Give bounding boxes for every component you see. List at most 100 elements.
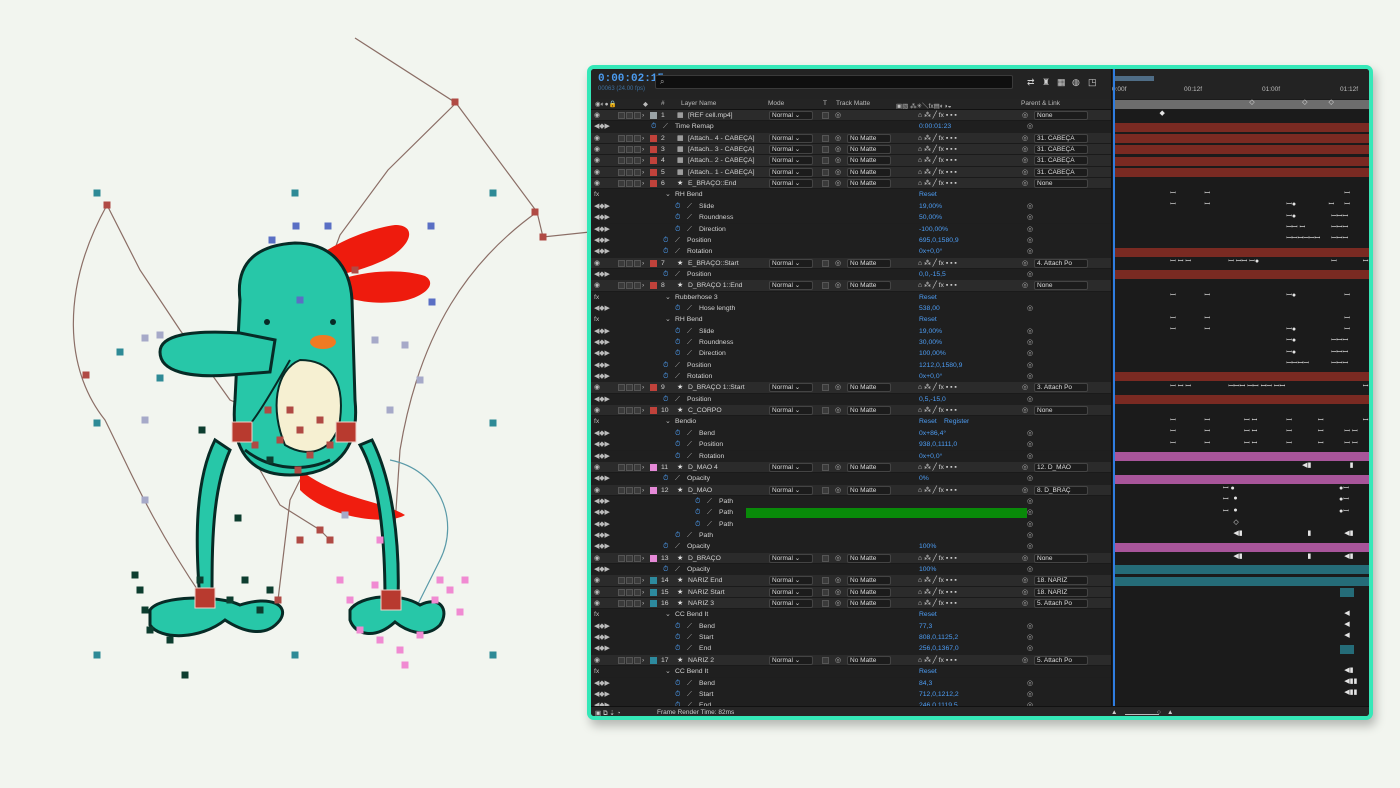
- expand-twirl-icon[interactable]: ›: [642, 553, 644, 564]
- property-row[interactable]: ◀◆▶ ⏱ ⟋ Position 695,0,1580,9 ◎: [591, 234, 1111, 247]
- graph-icon[interactable]: ⟋: [687, 689, 692, 700]
- blend-mode-dropdown[interactable]: Normal ⌄: [769, 258, 813, 268]
- track-matte-dropdown[interactable]: No Matte: [847, 655, 891, 665]
- switch-box[interactable]: [626, 146, 633, 154]
- layer-duration-bar[interactable]: [1114, 451, 1369, 461]
- rig-control-handle[interactable]: [316, 526, 324, 534]
- rig-control-handle[interactable]: [251, 441, 259, 449]
- rig-control-handle[interactable]: [456, 608, 464, 616]
- layer-duration-bar[interactable]: [1114, 247, 1369, 257]
- stopwatch-icon[interactable]: ⏱: [675, 326, 680, 337]
- keyframe[interactable]: ꟷ ꟷ ꟷ: [1170, 382, 1191, 391]
- visibility-toggle-icon[interactable]: ◀◆▶: [594, 541, 610, 552]
- preserve-transparency-box[interactable]: [822, 112, 829, 119]
- pick-whip-icon[interactable]: ◎: [1027, 326, 1033, 337]
- graph-icon[interactable]: ⟋: [687, 428, 692, 439]
- visibility-toggle-icon[interactable]: ◉: [594, 144, 600, 155]
- keyframe[interactable]: ꟷ: [1204, 427, 1210, 436]
- rig-control-handle[interactable]: [351, 266, 359, 274]
- graph-icon[interactable]: ⟋: [675, 564, 680, 575]
- draft-3d-icon[interactable]: ⇄: [1027, 77, 1035, 87]
- parent-dropdown[interactable]: 18. NARIZ: [1034, 587, 1088, 597]
- rig-control-handle[interactable]: [198, 426, 206, 434]
- visibility-toggle-icon[interactable]: ◉: [594, 485, 600, 496]
- rig-control-handle[interactable]: [489, 419, 497, 427]
- graph-icon[interactable]: ⟋: [687, 643, 692, 654]
- visibility-toggle-icon[interactable]: ◀◆▶: [594, 201, 610, 212]
- matte-link-icon[interactable]: ◎: [835, 178, 841, 189]
- keyframe[interactable]: ●: [1233, 507, 1237, 514]
- blend-mode-dropdown[interactable]: Normal ⌄: [769, 281, 813, 291]
- column-header-parent[interactable]: Parent & Link: [1021, 100, 1060, 107]
- rig-control-handle[interactable]: [166, 636, 174, 644]
- property-value[interactable]: 100%: [919, 541, 1019, 552]
- rig-control-handle[interactable]: [386, 406, 394, 414]
- rig-control-handle[interactable]: [294, 466, 302, 474]
- pick-whip-icon[interactable]: ◎: [1027, 530, 1033, 541]
- matte-link-icon[interactable]: ◎: [835, 280, 841, 291]
- rig-control-handle[interactable]: [401, 661, 409, 669]
- pick-whip-icon[interactable]: ◎: [1027, 621, 1033, 632]
- blend-mode-dropdown[interactable]: Normal ⌄: [769, 576, 813, 586]
- preserve-transparency-box[interactable]: [822, 588, 829, 596]
- layer-switches[interactable]: ⌂ ⁂ ╱ fx ▪ ▪ ▪: [918, 155, 957, 166]
- graph-icon[interactable]: ⟋: [687, 451, 692, 462]
- preserve-transparency-box[interactable]: [822, 600, 829, 608]
- keyframe[interactable]: ꟷꟷꟷ: [1331, 348, 1348, 357]
- visibility-toggle-icon[interactable]: ◀◆▶: [594, 224, 610, 235]
- switch-box[interactable]: [634, 384, 641, 392]
- rig-control-handle[interactable]: [116, 348, 124, 356]
- property-row[interactable]: ◀◆▶ ⏱ ⟋ Opacity 0% ◎: [591, 473, 1111, 485]
- column-header-track-matte[interactable]: Track Matte: [836, 100, 870, 107]
- expand-twirl-icon[interactable]: ›: [642, 382, 644, 393]
- matte-link-icon[interactable]: ◎: [835, 575, 841, 586]
- pick-whip-icon[interactable]: ◎: [1027, 428, 1033, 439]
- pick-whip-icon[interactable]: ◎: [1027, 519, 1033, 530]
- graph-icon[interactable]: ⟋: [687, 212, 692, 223]
- switch-box[interactable]: [618, 157, 625, 165]
- pick-whip-icon[interactable]: ◎: [1027, 678, 1033, 689]
- rig-control-handle[interactable]: [292, 222, 300, 230]
- switch-box[interactable]: [634, 577, 641, 585]
- switch-box[interactable]: [626, 656, 633, 664]
- property-value[interactable]: 0,5,-15,0: [919, 394, 1019, 405]
- rig-control-handle[interactable]: [241, 576, 249, 584]
- stopwatch-icon[interactable]: ⏱: [675, 678, 680, 689]
- stopwatch-icon[interactable]: ⏱: [675, 439, 680, 450]
- blend-mode-dropdown[interactable]: Normal ⌄: [769, 145, 813, 155]
- keyframe[interactable]: ◆: [1160, 109, 1165, 117]
- visibility-toggle-icon[interactable]: ◉: [594, 382, 600, 393]
- keyframe[interactable]: ◇: [1329, 98, 1334, 106]
- switch-box[interactable]: [626, 407, 633, 415]
- switch-box[interactable]: [626, 463, 633, 471]
- layer-row[interactable]: ◉ › 15 ★ NARIZ Start Normal ⌄ ◎ No Matte ⌂ ⁂ ╱ f…: [591, 586, 1111, 599]
- keyframe[interactable]: ꟷ: [1204, 200, 1210, 209]
- layer-label-swatch[interactable]: [650, 463, 657, 471]
- parent-dropdown[interactable]: 8. D_BRAÇ: [1034, 485, 1088, 495]
- rig-control-handle[interactable]: [274, 596, 282, 604]
- layer-label-swatch[interactable]: [650, 407, 657, 415]
- visibility-toggle-icon[interactable]: ◉: [594, 110, 600, 121]
- keyframe[interactable]: ꟷ: [1204, 189, 1210, 198]
- property-row[interactable]: ◀◆▶ ⏱ ⟋ Slide 19,00% ◎: [591, 200, 1111, 213]
- visibility-toggle-icon[interactable]: ◀◆▶: [594, 326, 610, 337]
- keyframe[interactable]: ◀: [1344, 631, 1349, 639]
- graph-editor-icon[interactable]: ◳: [1088, 77, 1097, 87]
- keyframe[interactable]: ꟷꟷ ꟷ: [1286, 223, 1305, 232]
- property-value[interactable]: Reset: [919, 292, 1019, 303]
- stopwatch-icon[interactable]: ⏱: [675, 348, 680, 359]
- visibility-toggle-icon[interactable]: ◉: [594, 133, 600, 144]
- zoom-out-icon[interactable]: ▲: [1111, 709, 1117, 716]
- parent-dropdown[interactable]: 4. Attach Po: [1034, 258, 1088, 268]
- keyframe[interactable]: ꟷ: [1170, 427, 1176, 436]
- time-ruler[interactable]: 0:00f 00:12f 01:00f 01:12f: [1112, 69, 1369, 99]
- layer-label-swatch[interactable]: [650, 282, 657, 290]
- switch-box[interactable]: [626, 554, 633, 562]
- layer-label-swatch[interactable]: [650, 259, 657, 267]
- keyframe[interactable]: ꟷ: [1286, 427, 1292, 436]
- rig-control-handle[interactable]: [268, 236, 276, 244]
- blend-mode-dropdown[interactable]: Normal ⌄: [769, 133, 813, 143]
- property-row[interactable]: ◀◆▶ ⏱ ⟋ Path ◎: [591, 507, 1111, 519]
- stopwatch-icon[interactable]: ⏱: [651, 121, 656, 132]
- expand-twirl-icon[interactable]: ›: [642, 133, 644, 144]
